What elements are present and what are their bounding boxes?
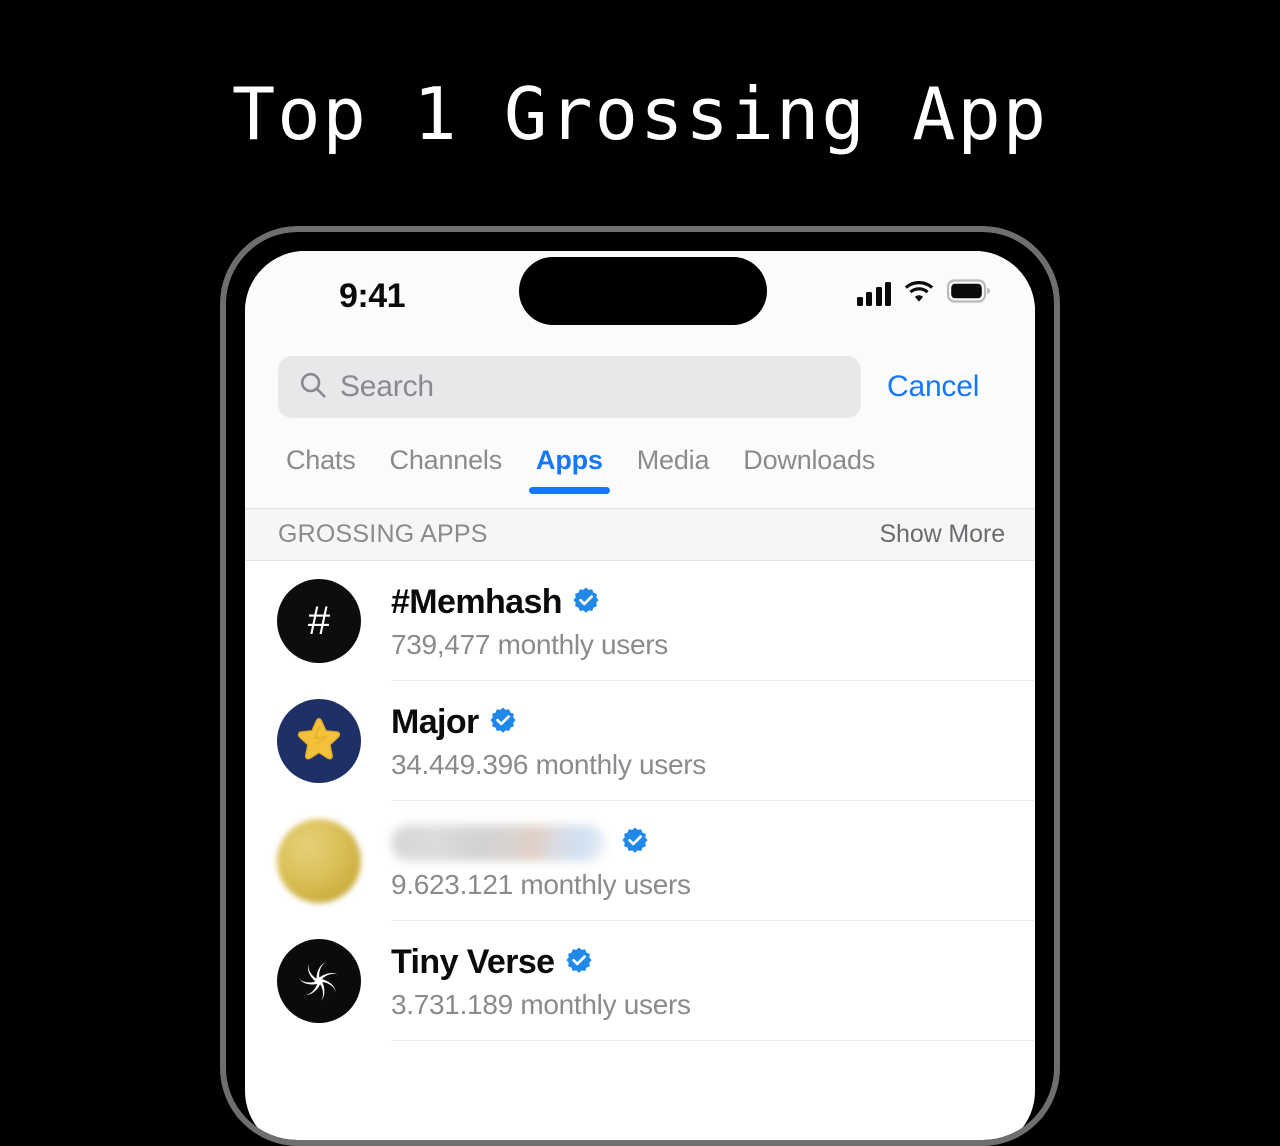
wifi-icon xyxy=(904,279,934,308)
tab-label: Downloads xyxy=(743,445,876,475)
search-input[interactable]: Search xyxy=(278,356,861,418)
list-item-text: 9.623.121 monthly users xyxy=(391,801,1035,921)
grossing-apps-list: # #Memhash 739,477 monthly users Major 3… xyxy=(245,561,1035,1041)
tab-label: Media xyxy=(636,445,710,475)
list-item-text: Tiny Verse 3.731.189 monthly users xyxy=(391,921,1035,1041)
tab-chats[interactable]: Chats xyxy=(269,439,373,476)
hash-glyph: # xyxy=(307,599,331,643)
battery-icon xyxy=(946,279,991,308)
cellular-signal-icon xyxy=(856,281,891,306)
list-item[interactable]: 9.623.121 monthly users xyxy=(245,801,1035,921)
blur-overlay xyxy=(391,824,605,861)
app-name-line xyxy=(391,821,1011,865)
app-name-line: #Memhash xyxy=(391,581,1011,625)
tab-underline xyxy=(529,487,610,494)
tab-label: Chats xyxy=(286,445,356,475)
list-item[interactable]: # #Memhash 739,477 monthly users xyxy=(245,561,1035,681)
hash-avatar: # xyxy=(277,579,361,663)
app-name: #Memhash xyxy=(391,583,563,621)
cancel-button[interactable]: Cancel xyxy=(887,370,979,404)
app-subtitle: 34.449.396 monthly users xyxy=(391,748,707,780)
section-header: GROSSING APPS Show More xyxy=(245,509,1035,561)
pinwheel-avatar xyxy=(277,939,361,1023)
tab-label: Channels xyxy=(389,445,503,475)
app-name: Major xyxy=(391,703,479,741)
list-item[interactable]: Major 34.449.396 monthly users xyxy=(245,681,1035,801)
phone-mockup-frame: 9:41 Search Cancel Chats Channels Apps M… xyxy=(220,226,1060,1146)
app-name: Tiny Verse xyxy=(391,943,555,981)
tab-media[interactable]: Media xyxy=(620,439,727,476)
status-bar: 9:41 xyxy=(245,251,1035,343)
star-avatar xyxy=(277,699,361,783)
tab-apps[interactable]: Apps xyxy=(519,439,620,494)
dynamic-island xyxy=(519,257,767,325)
search-placeholder: Search xyxy=(340,370,434,403)
tab-bar: Chats Channels Apps Media Downloads xyxy=(245,431,1035,509)
list-item-text: #Memhash 739,477 monthly users xyxy=(391,561,1035,681)
pinwheel-icon xyxy=(299,962,339,1002)
app-subtitle: 9.623.121 monthly users xyxy=(391,868,691,900)
verified-badge-icon xyxy=(565,946,593,979)
tab-channels[interactable]: Channels xyxy=(373,439,519,476)
search-bar-row: Search Cancel xyxy=(245,343,1035,431)
app-name-line: Tiny Verse xyxy=(391,941,1011,985)
list-item[interactable]: Tiny Verse 3.731.189 monthly users xyxy=(245,921,1035,1041)
search-icon xyxy=(298,370,328,405)
verified-badge-icon xyxy=(489,706,517,739)
tab-label: Apps xyxy=(536,445,603,475)
star-icon xyxy=(297,717,341,760)
verified-badge-icon xyxy=(621,826,649,859)
app-name-line: Major xyxy=(391,701,1011,745)
show-more-button[interactable]: Show More xyxy=(879,520,1005,549)
section-title: GROSSING APPS xyxy=(278,520,488,548)
app-subtitle: 739,477 monthly users xyxy=(391,628,668,660)
tab-downloads[interactable]: Downloads xyxy=(726,439,892,476)
app-subtitle: 3.731.189 monthly users xyxy=(391,988,691,1020)
blurred-gold-avatar xyxy=(277,819,361,903)
status-icons xyxy=(856,279,992,308)
redacted-app-name xyxy=(391,821,611,865)
verified-badge-icon xyxy=(572,586,600,619)
status-time: 9:41 xyxy=(339,277,406,315)
page-title: Top 1 Grossing App xyxy=(231,72,1049,156)
phone-screen: 9:41 Search Cancel Chats Channels Apps M… xyxy=(245,251,1035,1140)
list-item-text: Major 34.449.396 monthly users xyxy=(391,681,1035,801)
